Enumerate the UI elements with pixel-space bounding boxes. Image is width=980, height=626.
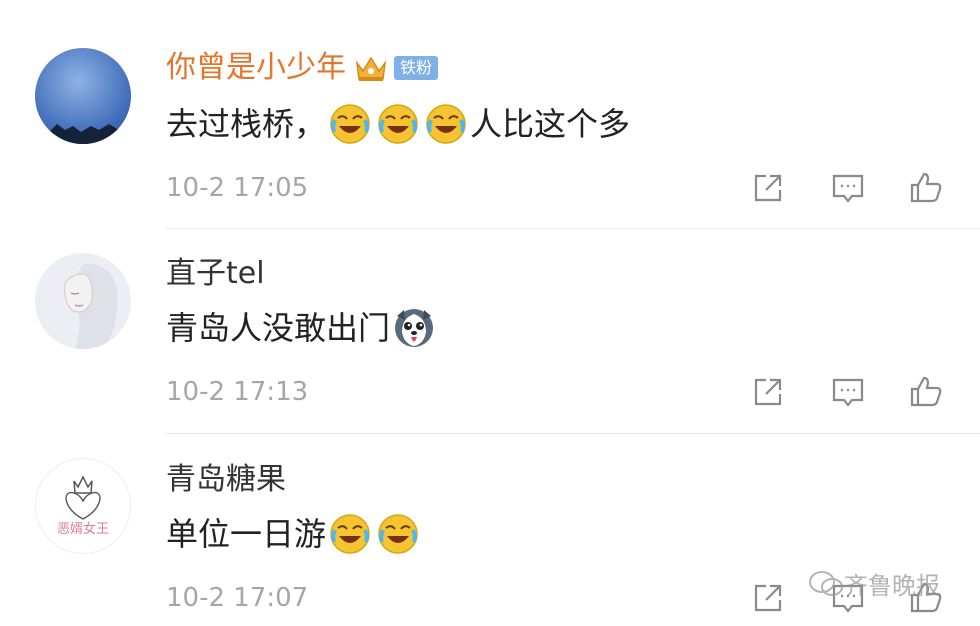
watermark-text: 齐鲁晚报 <box>844 572 940 600</box>
laugh-cry-emoji <box>376 512 420 556</box>
comment-text-main: 青岛人没敢出门 <box>166 309 391 347</box>
username[interactable]: 青岛糖果 <box>166 460 286 500</box>
like-icon[interactable] <box>906 372 946 412</box>
avatar[interactable] <box>35 253 131 349</box>
share-icon[interactable] <box>748 578 788 618</box>
husky-dog-emoji <box>392 306 436 350</box>
laugh-cry-emoji <box>328 512 372 556</box>
timestamp: 10-2 17:07 <box>166 583 309 613</box>
share-icon[interactable] <box>748 372 788 412</box>
wechat-icon <box>809 570 843 596</box>
comment-item: 恶婿女王 青岛糖果 单位一日游 10-2 17:07 <box>0 0 980 613</box>
comment-text-main: 单位一日游 <box>166 515 327 553</box>
watermark: 齐鲁晚报 <box>808 566 940 601</box>
crown-heart-avatar-image: 恶婿女王 <box>57 475 109 537</box>
username[interactable]: 直子tel <box>166 254 265 294</box>
comment-text: 单位一日游 <box>166 512 422 556</box>
timestamp: 10-2 17:13 <box>166 377 309 407</box>
avatar-text: 恶婿女王 <box>57 521 109 537</box>
portrait-avatar-image <box>35 253 131 349</box>
comment-icon[interactable] <box>828 372 868 412</box>
avatar[interactable]: 恶婿女王 <box>35 458 131 554</box>
divider <box>166 228 980 229</box>
comment-text: 青岛人没敢出门 <box>166 306 438 350</box>
divider <box>166 433 980 434</box>
comment-actions <box>744 372 954 416</box>
